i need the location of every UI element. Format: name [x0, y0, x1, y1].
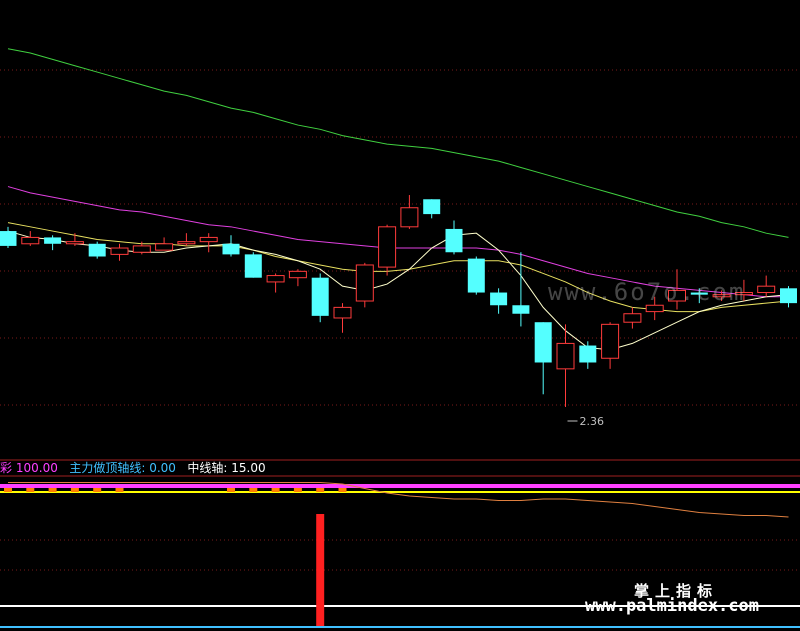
candle-body	[222, 243, 240, 255]
ma-longest-line	[7, 48, 789, 238]
candle-body	[88, 243, 106, 257]
faint-watermark: www.6o7o.com	[548, 278, 746, 306]
candle-body	[355, 264, 374, 302]
indicator-label-1: 彩	[0, 461, 13, 475]
low-annotation: 2.36	[567, 415, 605, 428]
annotation-label: 2.36	[580, 415, 605, 428]
indicator-label-2: 主力做顶轴线:	[69, 461, 146, 475]
candle-body	[490, 292, 508, 306]
indicator-mark	[293, 488, 302, 492]
stock-chart: 2.36	[0, 48, 800, 628]
candle-body	[110, 247, 129, 255]
candle-body	[445, 228, 463, 253]
candle-body	[44, 237, 62, 244]
indicator-mark	[115, 488, 124, 492]
candle-body	[288, 270, 307, 279]
candle-body	[623, 313, 642, 323]
candle-body	[757, 285, 776, 294]
candle-body	[534, 322, 552, 363]
candle-body	[21, 236, 40, 245]
candle-body	[177, 241, 196, 245]
indicator-mark	[70, 488, 79, 492]
candle-body	[311, 277, 329, 316]
candle-body	[579, 345, 597, 363]
indicator-mark	[26, 488, 35, 492]
indicator-value-3: 15.00	[231, 461, 266, 475]
candle-body	[199, 236, 218, 243]
candle-body	[423, 199, 441, 215]
candle-body	[155, 243, 174, 251]
candle-body	[65, 241, 84, 245]
candle-body	[132, 245, 151, 253]
indicator-mark	[48, 488, 57, 492]
indicator-mark	[249, 488, 258, 492]
indicator-value-1: 100.00	[15, 461, 58, 475]
indicator-mark	[93, 488, 102, 492]
indicator-mark	[271, 488, 280, 492]
candle-body	[400, 207, 419, 228]
indicator-label-3: 中线轴:	[187, 461, 228, 475]
candle-body	[467, 258, 485, 293]
candle-body	[556, 342, 575, 370]
candle-body	[0, 231, 17, 246]
candle-body	[601, 323, 620, 359]
candle-body	[244, 254, 262, 278]
indicator-value-2: 0.00	[149, 461, 176, 475]
watermark-url: www.palmindex.com	[585, 596, 759, 616]
indicator-spike-bar	[316, 514, 325, 626]
candle-body	[780, 288, 797, 304]
indicator-mark	[338, 488, 347, 492]
indicator-legend: 彩 100.00 主力做顶轴线: 0.00 中线轴: 15.00	[0, 460, 266, 476]
candle-body	[645, 304, 664, 313]
candle-body	[266, 275, 285, 283]
candle-body	[333, 306, 352, 319]
indicator-mark	[227, 488, 235, 492]
candle-body	[378, 226, 397, 268]
candle-body	[512, 305, 530, 314]
indicator-mark	[316, 488, 325, 492]
indicator-mark	[4, 488, 12, 492]
